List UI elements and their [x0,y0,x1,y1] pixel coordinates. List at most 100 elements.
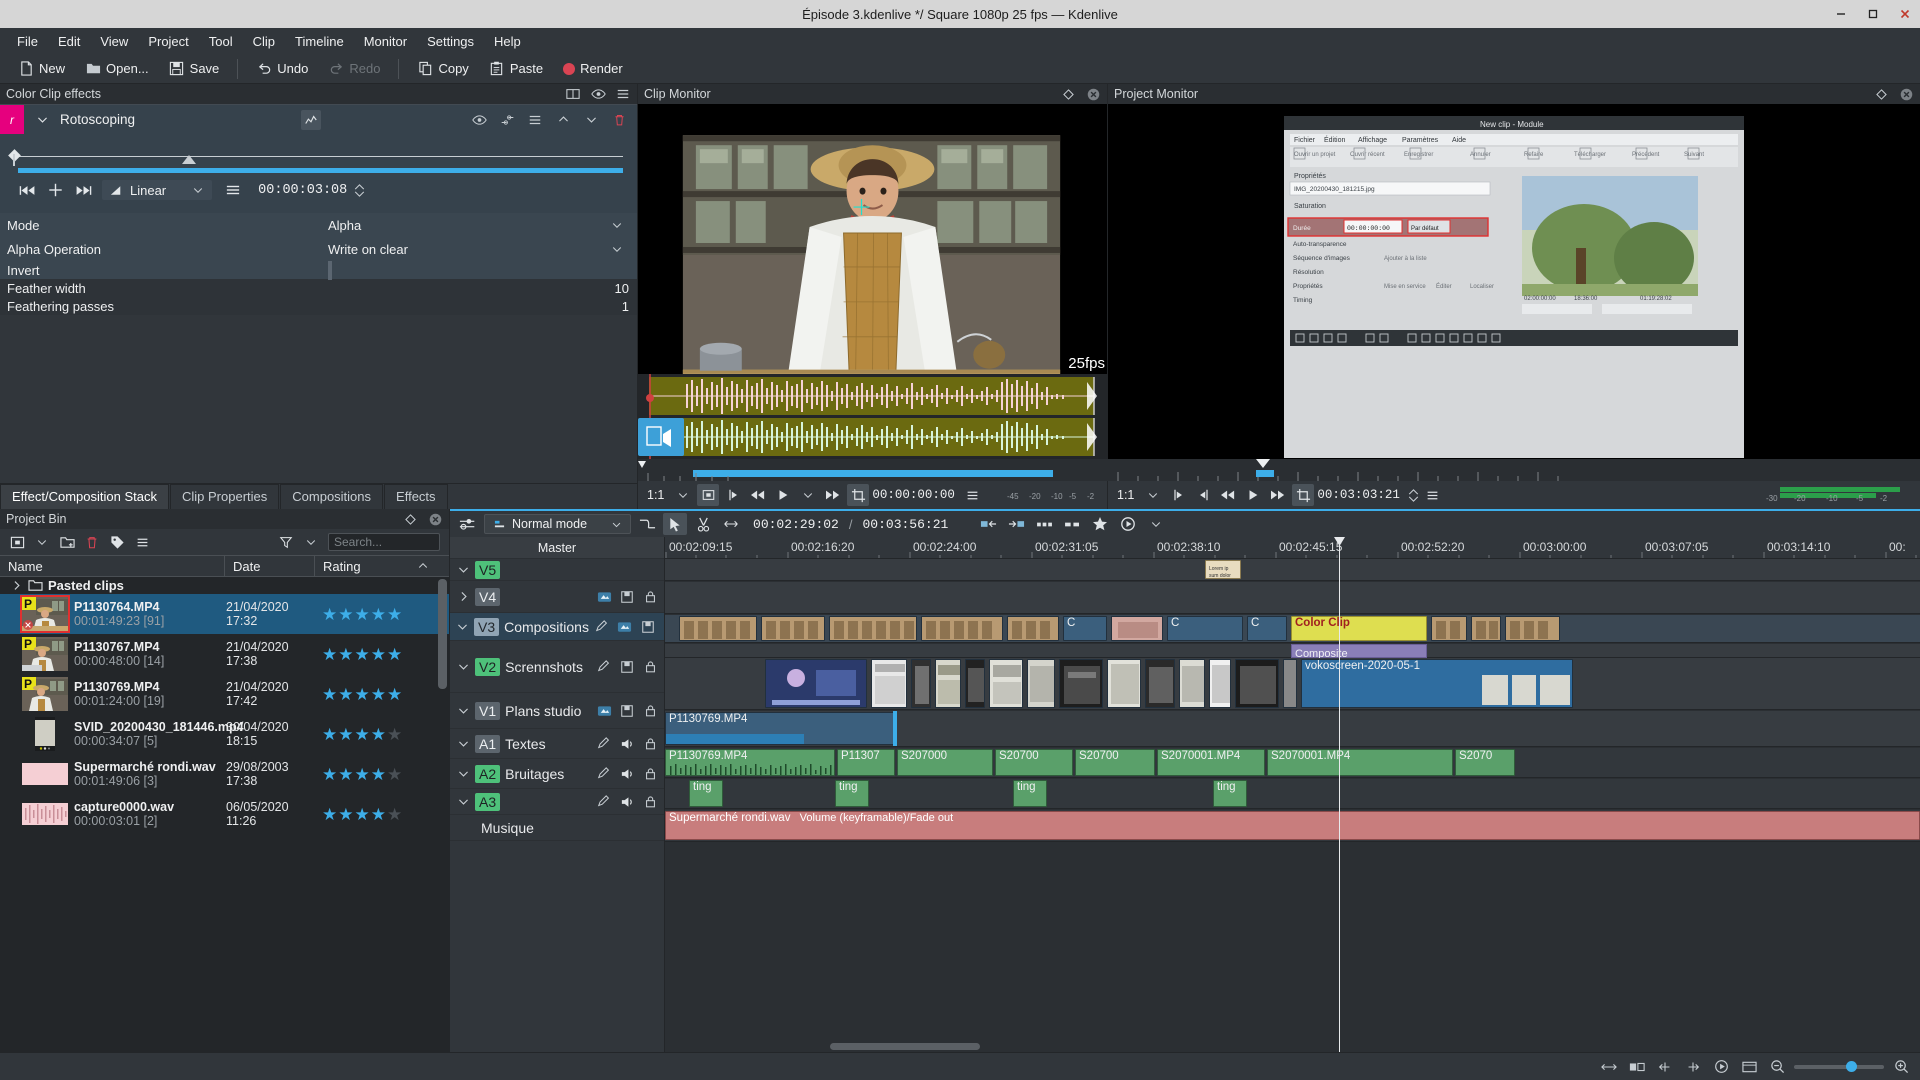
paste-button[interactable]: Paste [481,59,551,79]
track-header-v4[interactable]: V4 [450,581,664,613]
bin-clip-row-supermarche[interactable]: Supermarché rondi.wav 00:01:49:06 [3] 29… [0,754,449,794]
timeline-clip-supermarche[interactable]: Supermarché rondi.wav Volume (keyframabl… [665,811,1920,840]
bin-clip-row-capture0000[interactable]: capture0000.wav 00:00:03:01 [2] 06/05/20… [0,794,449,834]
chevron-down-icon[interactable] [456,704,470,717]
track-name-a2[interactable]: Bruitages [505,766,591,782]
star-icon[interactable]: ★ [387,606,402,623]
timeline-clip[interactable]: S207000 [897,749,993,776]
lock-track-icon[interactable] [642,703,658,719]
set-zone-in-icon[interactable] [1167,484,1189,506]
timeline-clip[interactable]: ting [689,780,723,807]
menu-file[interactable]: File [8,31,47,52]
close-icon[interactable] [1898,86,1914,102]
mix-clips-icon[interactable] [1626,1057,1648,1077]
effect-keyframe-icon[interactable] [497,110,517,130]
timeline-clip[interactable] [1111,616,1163,641]
filter-icon[interactable] [278,534,294,550]
star-icon[interactable]: ★ [371,726,386,743]
effect-list-icon[interactable] [525,110,545,130]
star-icon[interactable]: ★ [355,646,370,663]
timeline-clip[interactable] [965,659,985,708]
timeline-clip[interactable]: C [1167,616,1243,641]
monitor-menu-icon[interactable] [1422,484,1444,506]
bin-clip-row-p1130764[interactable]: P P1130764.MP4 00:01:49:23 [91] 21/04/20… [0,594,449,634]
timeline-clip[interactable] [829,616,917,641]
track-header-v1[interactable]: V1 Plans studio [450,693,664,729]
star-icon[interactable]: ★ [338,806,353,823]
project-monitor-canvas[interactable]: New clip - Module Fichier Édition Affichag… [1108,104,1920,459]
lane-v2[interactable]: vokoscreen-2020-05-1 [665,658,1920,710]
timeline-clip[interactable] [871,659,907,708]
track-name-v2[interactable]: Scrennshots [505,659,591,675]
effect-eye-icon[interactable] [469,110,489,130]
star-icon[interactable]: ★ [338,726,353,743]
play-icon[interactable] [1242,484,1264,506]
chevron-down-icon[interactable] [456,795,470,808]
clip-rating[interactable]: ★ ★ ★ ★ ★ [322,606,402,623]
undo-button[interactable]: Undo [248,59,316,79]
timeline-clip[interactable]: Lorem ip sum dolor [1205,560,1241,579]
star-icon[interactable]: ★ [371,606,386,623]
timeline-clip[interactable] [921,616,1003,641]
star-icon[interactable]: ★ [355,686,370,703]
clip-monitor-ruler[interactable] [638,459,1108,481]
track-name-v1[interactable]: Plans studio [505,703,591,719]
rotoscoping-effect-header[interactable]: r Rotoscoping [0,104,637,135]
timeline-clip-marker[interactable] [893,711,897,746]
effect-menu-icon[interactable] [615,86,631,102]
star-icon[interactable]: ★ [322,686,337,703]
keyframe-playhead-icon[interactable] [182,155,196,164]
timeline-clip[interactable] [911,659,931,708]
hide-video-icon[interactable] [596,589,612,605]
new-button[interactable]: New [10,59,73,79]
bin-menu-icon[interactable] [134,534,150,550]
timeline-clip[interactable]: P11307 [837,749,895,776]
extract-zone-icon[interactable] [1004,513,1028,535]
tag-icon[interactable] [109,534,125,550]
preview-render-icon[interactable] [1710,1057,1732,1077]
project-monitor-timecode[interactable]: 00:03:03:21 [1317,488,1400,502]
star-icon[interactable]: ★ [338,766,353,783]
keyframe-ruler[interactable] [8,134,623,168]
save-button[interactable]: Save [161,59,228,79]
rewind-icon[interactable] [747,484,769,506]
timeline-ruler[interactable]: 00:02:09:15 00:02:16:20 00:02:24:00 00:0… [665,537,1920,559]
keyframe-interpolation-select[interactable]: Linear [102,180,213,200]
mix-clips-icon[interactable] [635,513,659,535]
clip-rating[interactable]: ★ ★ ★ ★ ★ [322,726,402,743]
search-input[interactable]: Search... [328,533,440,551]
star-icon[interactable]: ★ [371,766,386,783]
chevron-down-icon[interactable] [303,534,319,550]
timeline-clip-color-clip[interactable]: Color Clip [1291,616,1427,641]
chevron-down-icon[interactable] [609,241,625,257]
chevron-down-icon[interactable] [609,217,625,233]
timeline-clip[interactable] [1209,659,1231,708]
star-icon[interactable]: ★ [387,806,402,823]
lock-track-icon[interactable] [642,659,658,675]
chevron-down-icon[interactable] [34,534,50,550]
menu-view[interactable]: View [91,31,137,52]
star-icon[interactable]: ★ [371,806,386,823]
bin-clip-row-p1130767[interactable]: P P1130767.MP4 00:00:48:00 [14] 21/04/20… [0,634,449,674]
timeline-clip[interactable] [1283,659,1297,708]
star-icon[interactable]: ★ [371,646,386,663]
lane-a3[interactable]: Supermarché rondi.wav Volume (keyframabl… [665,810,1920,842]
timeline-clip-vokoscreen[interactable]: vokoscreen-2020-05-1 [1301,659,1573,708]
keyframe-timecode-spinner[interactable] [354,183,365,197]
star-icon[interactable]: ★ [387,646,402,663]
star-icon[interactable]: ★ [322,646,337,663]
chevron-down-icon[interactable] [456,563,470,576]
chevron-down-icon[interactable] [456,660,470,673]
timeline-clip[interactable]: P1130769.MP4 [665,749,835,776]
chevron-down-icon[interactable] [1142,484,1164,506]
timeline-clip-p1130769[interactable]: P1130769.MP4 [665,712,895,745]
edit-track-icon[interactable] [596,659,612,675]
track-header-v2[interactable]: V2 Scrennshots [450,641,664,693]
timeline-clip[interactable] [765,659,867,708]
lane-v3-composites[interactable]: Composite [665,644,1920,660]
forward-icon[interactable] [822,484,844,506]
project-monitor-ruler[interactable] [1108,459,1920,481]
clip-monitor-audio-zone[interactable] [638,374,1108,459]
param-row-mode[interactable]: Mode Alpha [0,213,637,237]
timeline-playhead[interactable] [1334,537,1345,1052]
